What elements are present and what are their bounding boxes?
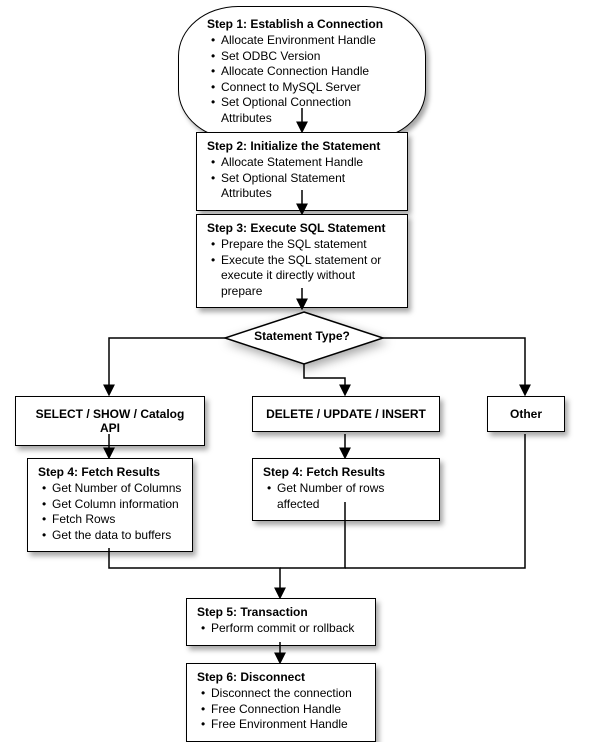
bullet: Get Number of Columns <box>42 481 182 497</box>
node-bullets: Allocate Statement Handle Set Optional S… <box>207 155 397 202</box>
flowchart-canvas: Step 1: Establish a Connection Allocate … <box>0 0 598 737</box>
node-branch-dml: DELETE / UPDATE / INSERT <box>252 396 440 432</box>
bullet: Get Column information <box>42 497 182 513</box>
node-step1: Step 1: Establish a Connection Allocate … <box>178 6 426 140</box>
node-decision: Statement Type? <box>222 309 382 363</box>
bullet: Free Connection Handle <box>201 702 365 718</box>
bullet: Allocate Environment Handle <box>211 33 397 49</box>
bullet: Execute the SQL statement or execute it … <box>211 253 397 300</box>
node-step4b: Step 4: Fetch Results Get Number of rows… <box>252 458 440 521</box>
bullet: Set Optional Connection Attributes <box>211 95 397 126</box>
bullet: Set ODBC Version <box>211 49 397 65</box>
node-branch-other: Other <box>487 396 565 432</box>
node-step3: Step 3: Execute SQL Statement Prepare th… <box>196 214 408 308</box>
bullet: Free Environment Handle <box>201 717 365 733</box>
node-title: Step 4: Fetch Results <box>263 465 429 479</box>
bullet: Allocate Statement Handle <box>211 155 397 171</box>
node-bullets: Perform commit or rollback <box>197 621 365 637</box>
bullet: Perform commit or rollback <box>201 621 365 637</box>
node-title: Step 5: Transaction <box>197 605 365 619</box>
bullet: Connect to MySQL Server <box>211 80 397 96</box>
decision-label: Statement Type? <box>222 309 382 363</box>
bullet: Prepare the SQL statement <box>211 237 397 253</box>
node-step2: Step 2: Initialize the Statement Allocat… <box>196 132 408 211</box>
node-step4a: Step 4: Fetch Results Get Number of Colu… <box>27 458 193 552</box>
node-bullets: Allocate Environment Handle Set ODBC Ver… <box>207 33 397 127</box>
node-title: Step 1: Establish a Connection <box>207 17 397 31</box>
node-step6: Step 6: Disconnect Disconnect the connec… <box>186 663 376 742</box>
node-branch-select: SELECT / SHOW / Catalog API <box>15 396 205 446</box>
node-step5: Step 5: Transaction Perform commit or ro… <box>186 598 376 646</box>
node-title: Step 3: Execute SQL Statement <box>207 221 397 235</box>
bullet: Fetch Rows <box>42 512 182 528</box>
bullet: Set Optional Statement Attributes <box>211 171 397 202</box>
node-bullets: Prepare the SQL statement Execute the SQ… <box>207 237 397 299</box>
node-title: Step 2: Initialize the Statement <box>207 139 397 153</box>
node-bullets: Get Number of rows affected <box>263 481 429 512</box>
bullet: Allocate Connection Handle <box>211 64 397 80</box>
node-title: Step 4: Fetch Results <box>38 465 182 479</box>
branch-label: DELETE / UPDATE / INSERT <box>266 407 426 421</box>
node-bullets: Get Number of Columns Get Column informa… <box>38 481 182 543</box>
bullet: Disconnect the connection <box>201 686 365 702</box>
branch-label: SELECT / SHOW / Catalog API <box>36 407 185 435</box>
bullet: Get Number of rows affected <box>267 481 429 512</box>
node-title: Step 6: Disconnect <box>197 670 365 684</box>
node-bullets: Disconnect the connection Free Connectio… <box>197 686 365 733</box>
branch-label: Other <box>510 407 542 421</box>
bullet: Get the data to buffers <box>42 528 182 544</box>
